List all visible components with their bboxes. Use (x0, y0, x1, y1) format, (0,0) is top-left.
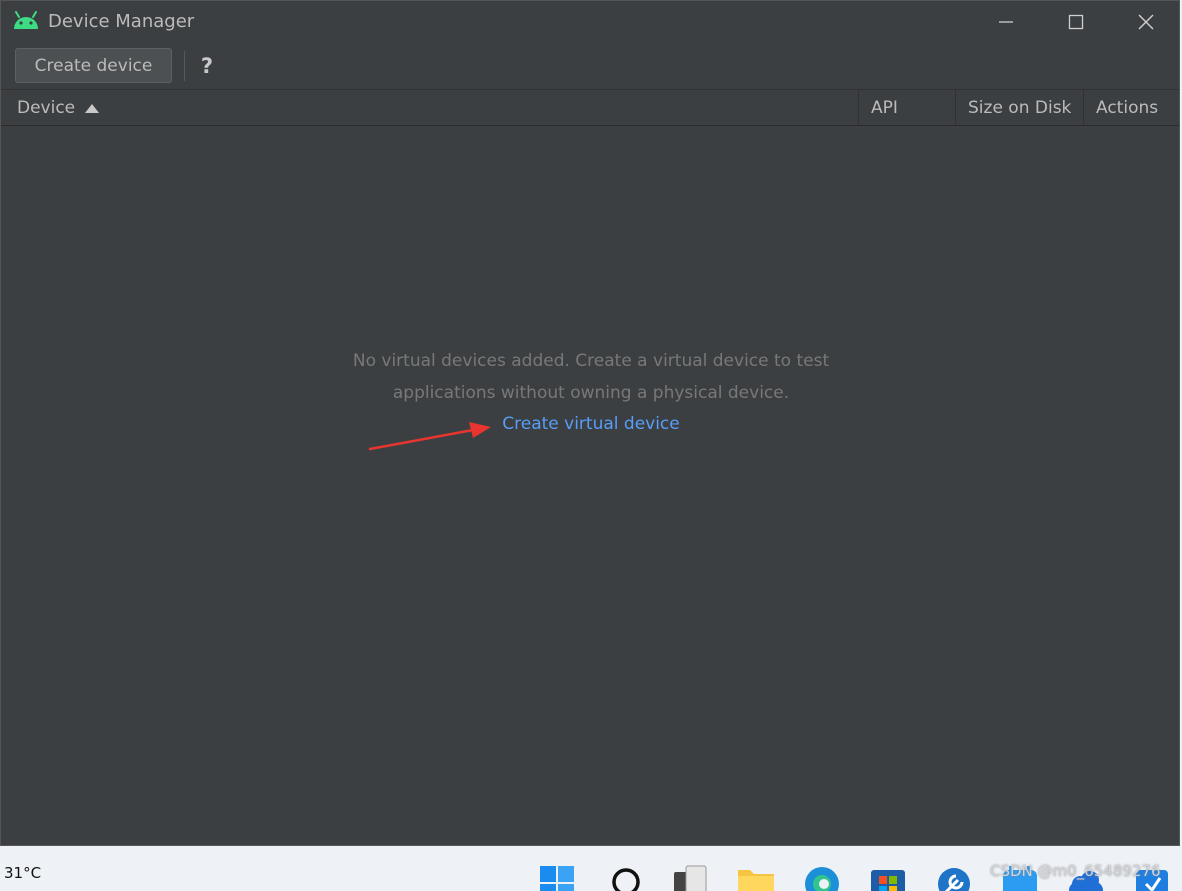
toolbar-separator (184, 51, 185, 81)
column-header-label: Device (17, 98, 76, 118)
windows-start-icon[interactable] (538, 862, 578, 891)
maximize-button[interactable] (1041, 1, 1111, 43)
help-button[interactable]: ? (195, 52, 219, 80)
taskbar: 31°C CSDN @m0_65489276 (0, 848, 1182, 891)
title-bar[interactable]: Device Manager (1, 1, 1179, 43)
search-icon[interactable] (606, 862, 646, 891)
watermark: CSDN @m0_65489276 (990, 862, 1161, 880)
android-icon (14, 11, 38, 29)
device-list: No virtual devices added. Create a virtu… (1, 126, 1179, 845)
minimize-icon (999, 21, 1013, 23)
column-header-device[interactable]: Device (5, 90, 858, 126)
empty-state-line: No virtual devices added. Create a virtu… (352, 351, 830, 371)
weather-widget[interactable]: 31°C (4, 864, 41, 882)
close-icon (1138, 14, 1154, 30)
column-header-api[interactable]: API (858, 90, 955, 126)
column-header-label: API (871, 98, 898, 118)
table-header: Device API Size on Disk Actions (1, 89, 1179, 126)
window-title: Device Manager (48, 11, 195, 32)
create-device-button[interactable]: Create device (15, 48, 172, 83)
column-header-actions[interactable]: Actions (1083, 90, 1179, 126)
edge-browser-icon[interactable] (802, 862, 842, 891)
file-explorer-icon[interactable] (736, 862, 776, 891)
close-button[interactable] (1111, 1, 1181, 43)
store-icon[interactable] (868, 862, 908, 891)
sort-ascending-icon (85, 103, 100, 113)
column-header-size-on-disk[interactable]: Size on Disk (955, 90, 1083, 126)
annotation-arrow-icon (368, 422, 491, 451)
column-header-label: Size on Disk (968, 98, 1072, 118)
empty-state-message: No virtual devices added. Create a virtu… (291, 345, 891, 409)
task-view-icon[interactable] (670, 862, 710, 891)
minimize-button[interactable] (971, 1, 1041, 43)
column-header-label: Actions (1096, 98, 1159, 118)
maximize-icon (1068, 14, 1084, 30)
toolbar: Create device ? (1, 43, 1179, 89)
empty-state-line: applications without owning a physical d… (392, 383, 790, 403)
device-manager-window: Device Manager Create device ? Device AP… (0, 0, 1180, 846)
tool-icon[interactable] (934, 862, 974, 891)
